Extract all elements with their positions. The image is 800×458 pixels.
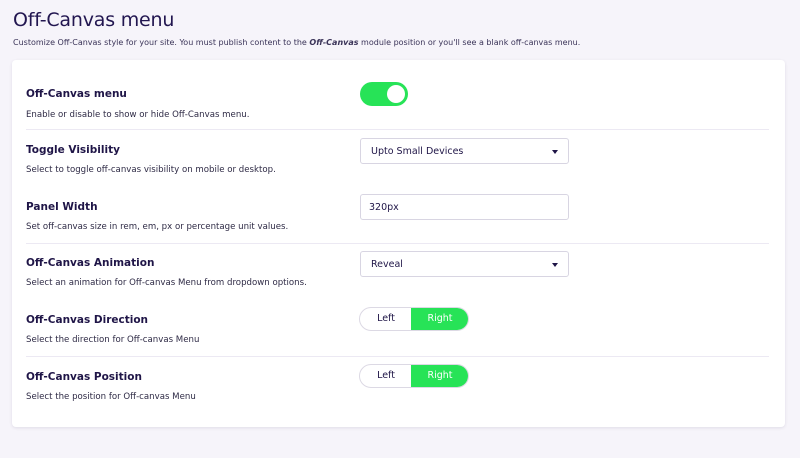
animation-select[interactable]: Reveal xyxy=(360,251,569,277)
animation-select-value: Reveal xyxy=(371,259,403,270)
setting-desc-direction: Select the direction for Off-canvas Menu xyxy=(26,335,200,345)
visibility-select-value: Upto Small Devices xyxy=(371,146,464,157)
setting-row-position: Off-Canvas Position Select the position … xyxy=(26,364,769,414)
position-segmented-control: Left Right xyxy=(359,364,469,388)
setting-row-width: Panel Width Set off-canvas size in rem, … xyxy=(26,193,769,243)
caret-down-icon xyxy=(552,150,558,154)
setting-desc-menu: Enable or disable to show or hide Off-Ca… xyxy=(26,110,250,120)
divider xyxy=(26,356,769,357)
description-end: module position or you'll see a blank of… xyxy=(358,38,581,47)
position-left-option[interactable]: Left xyxy=(360,365,412,387)
setting-desc-position: Select the position for Off-canvas Menu xyxy=(26,392,196,402)
position-right-option[interactable]: Right xyxy=(411,365,468,387)
panel-width-input[interactable] xyxy=(360,194,569,220)
setting-title-direction: Off-Canvas Direction xyxy=(26,314,149,326)
setting-desc-width: Set off-canvas size in rem, em, px or pe… xyxy=(26,222,289,232)
setting-title-menu: Off-Canvas menu xyxy=(26,88,127,100)
setting-desc-visibility: Select to toggle off-canvas visibility o… xyxy=(26,165,276,175)
setting-row-menu: Off-Canvas menu Enable or disable to sho… xyxy=(26,80,769,130)
page-title: Off-Canvas menu xyxy=(13,9,175,31)
direction-right-option[interactable]: Right xyxy=(411,308,468,330)
visibility-select[interactable]: Upto Small Devices xyxy=(360,138,569,164)
description-module: Off-Canvas xyxy=(309,38,359,47)
divider xyxy=(26,243,769,244)
setting-row-direction: Off-Canvas Direction Select the directio… xyxy=(26,307,769,357)
setting-desc-animation: Select an animation for Off-canvas Menu … xyxy=(26,278,307,288)
off-canvas-enable-toggle[interactable] xyxy=(360,82,408,106)
setting-title-animation: Off-Canvas Animation xyxy=(26,257,155,269)
setting-title-visibility: Toggle Visibility xyxy=(26,144,120,156)
setting-row-visibility: Toggle Visibility Select to toggle off-c… xyxy=(26,137,769,187)
toggle-knob xyxy=(387,85,405,103)
caret-down-icon xyxy=(552,263,558,267)
settings-card: Off-Canvas menu Enable or disable to sho… xyxy=(12,60,785,427)
divider xyxy=(26,129,769,130)
setting-title-position: Off-Canvas Position xyxy=(26,371,142,383)
setting-title-width: Panel Width xyxy=(26,201,98,213)
page-description: Customize Off-Canvas style for your site… xyxy=(13,38,580,47)
description-start: Customize Off-Canvas style for your site… xyxy=(13,38,310,47)
direction-left-option[interactable]: Left xyxy=(360,308,412,330)
setting-row-animation: Off-Canvas Animation Select an animation… xyxy=(26,250,769,300)
direction-segmented-control: Left Right xyxy=(359,307,469,331)
